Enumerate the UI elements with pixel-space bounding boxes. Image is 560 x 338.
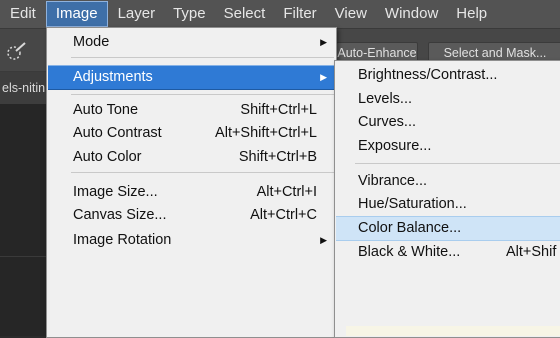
divider (0, 256, 46, 257)
shortcut-text: Alt+Ctrl+C (250, 207, 317, 223)
menu-item-canvas-size[interactable]: Canvas Size... Alt+Ctrl+C (48, 204, 335, 227)
canvas-area (0, 104, 46, 336)
next-menu-edge (346, 326, 560, 336)
menu-item-label: Exposure... (358, 138, 432, 154)
menu-item-exposure[interactable]: Exposure... (336, 135, 560, 158)
separator (71, 94, 334, 95)
menu-item-label: Color Balance... (358, 220, 462, 236)
menu-item-label: Auto Color (73, 149, 142, 165)
menu-item-auto-tone[interactable]: Auto Tone Shift+Ctrl+L (48, 99, 335, 122)
shortcut-text: Alt+Ctrl+I (256, 184, 317, 200)
separator (71, 57, 334, 58)
menu-edit[interactable]: Edit (0, 0, 45, 28)
menu-image[interactable]: Image (45, 1, 108, 27)
menu-item-black-white[interactable]: Black & White... Alt+Shif (336, 241, 560, 264)
menu-help[interactable]: Help (447, 0, 496, 28)
menu-item-label: Levels... (358, 91, 412, 107)
menu-item-vibrance[interactable]: Vibrance... (336, 170, 560, 193)
menu-view[interactable]: View (326, 0, 376, 28)
menu-item-label: Image Rotation (73, 232, 172, 248)
menu-type[interactable]: Type (164, 0, 215, 28)
document-tab[interactable]: els-nitin (0, 72, 48, 104)
menu-window[interactable]: Window (376, 0, 447, 28)
menu-item-image-size[interactable]: Image Size... Alt+Ctrl+I (48, 181, 335, 204)
submenu-arrow-icon: ▶ (320, 37, 327, 47)
menu-item-label: Hue/Saturation... (358, 196, 467, 212)
menu-item-label: Curves... (358, 114, 417, 130)
menu-item-label: Image Size... (73, 184, 158, 200)
shortcut-text: Shift+Ctrl+B (238, 149, 317, 165)
menu-item-label: Black & White... (358, 244, 461, 260)
menu-item-label: Mode (73, 34, 110, 50)
menu-select[interactable]: Select (215, 0, 275, 28)
menu-layer[interactable]: Layer (109, 0, 165, 28)
submenu-arrow-icon: ▶ (320, 72, 327, 82)
menu-filter[interactable]: Filter (274, 0, 325, 28)
menu-item-levels[interactable]: Levels... (336, 88, 560, 111)
menu-item-label: Vibrance... (358, 173, 428, 189)
menu-item-label: Auto Tone (73, 102, 139, 118)
shortcut-text: Alt+Shif (506, 244, 557, 260)
menu-item-mode[interactable]: Mode ▶ (48, 31, 335, 54)
menu-item-label: Brightness/Contrast... (358, 67, 498, 83)
submenu-arrow-icon: ▶ (320, 235, 327, 245)
menu-item-auto-contrast[interactable]: Auto Contrast Alt+Shift+Ctrl+L (48, 122, 335, 145)
image-menu-dropdown: Mode ▶ Adjustments ▶ Auto Tone Shift+Ctr… (46, 27, 337, 338)
menu-item-adjustments[interactable]: Adjustments ▶ (48, 65, 335, 90)
menu-item-curves[interactable]: Curves... (336, 111, 560, 134)
menu-item-label: Auto Contrast (73, 125, 162, 141)
menu-item-label: Canvas Size... (73, 207, 167, 223)
menu-item-brightness-contrast[interactable]: Brightness/Contrast... (336, 64, 560, 87)
menu-item-auto-color[interactable]: Auto Color Shift+Ctrl+B (48, 146, 335, 169)
quick-selection-brush-icon[interactable] (6, 41, 28, 61)
shortcut-text: Shift+Ctrl+L (240, 102, 317, 118)
menu-item-label: Adjustments (73, 69, 153, 85)
separator (71, 172, 334, 173)
menu-item-hue-saturation[interactable]: Hue/Saturation... (336, 193, 560, 216)
shortcut-text: Alt+Shift+Ctrl+L (215, 125, 317, 141)
adjustments-submenu: Brightness/Contrast... Levels... Curves.… (334, 60, 560, 338)
menu-bar: Edit Image Layer Type Select Filter View… (0, 0, 560, 29)
menu-item-color-balance[interactable]: Color Balance... (336, 216, 560, 241)
menu-item-image-rotation[interactable]: Image Rotation ▶ (48, 229, 335, 252)
separator (355, 163, 560, 164)
